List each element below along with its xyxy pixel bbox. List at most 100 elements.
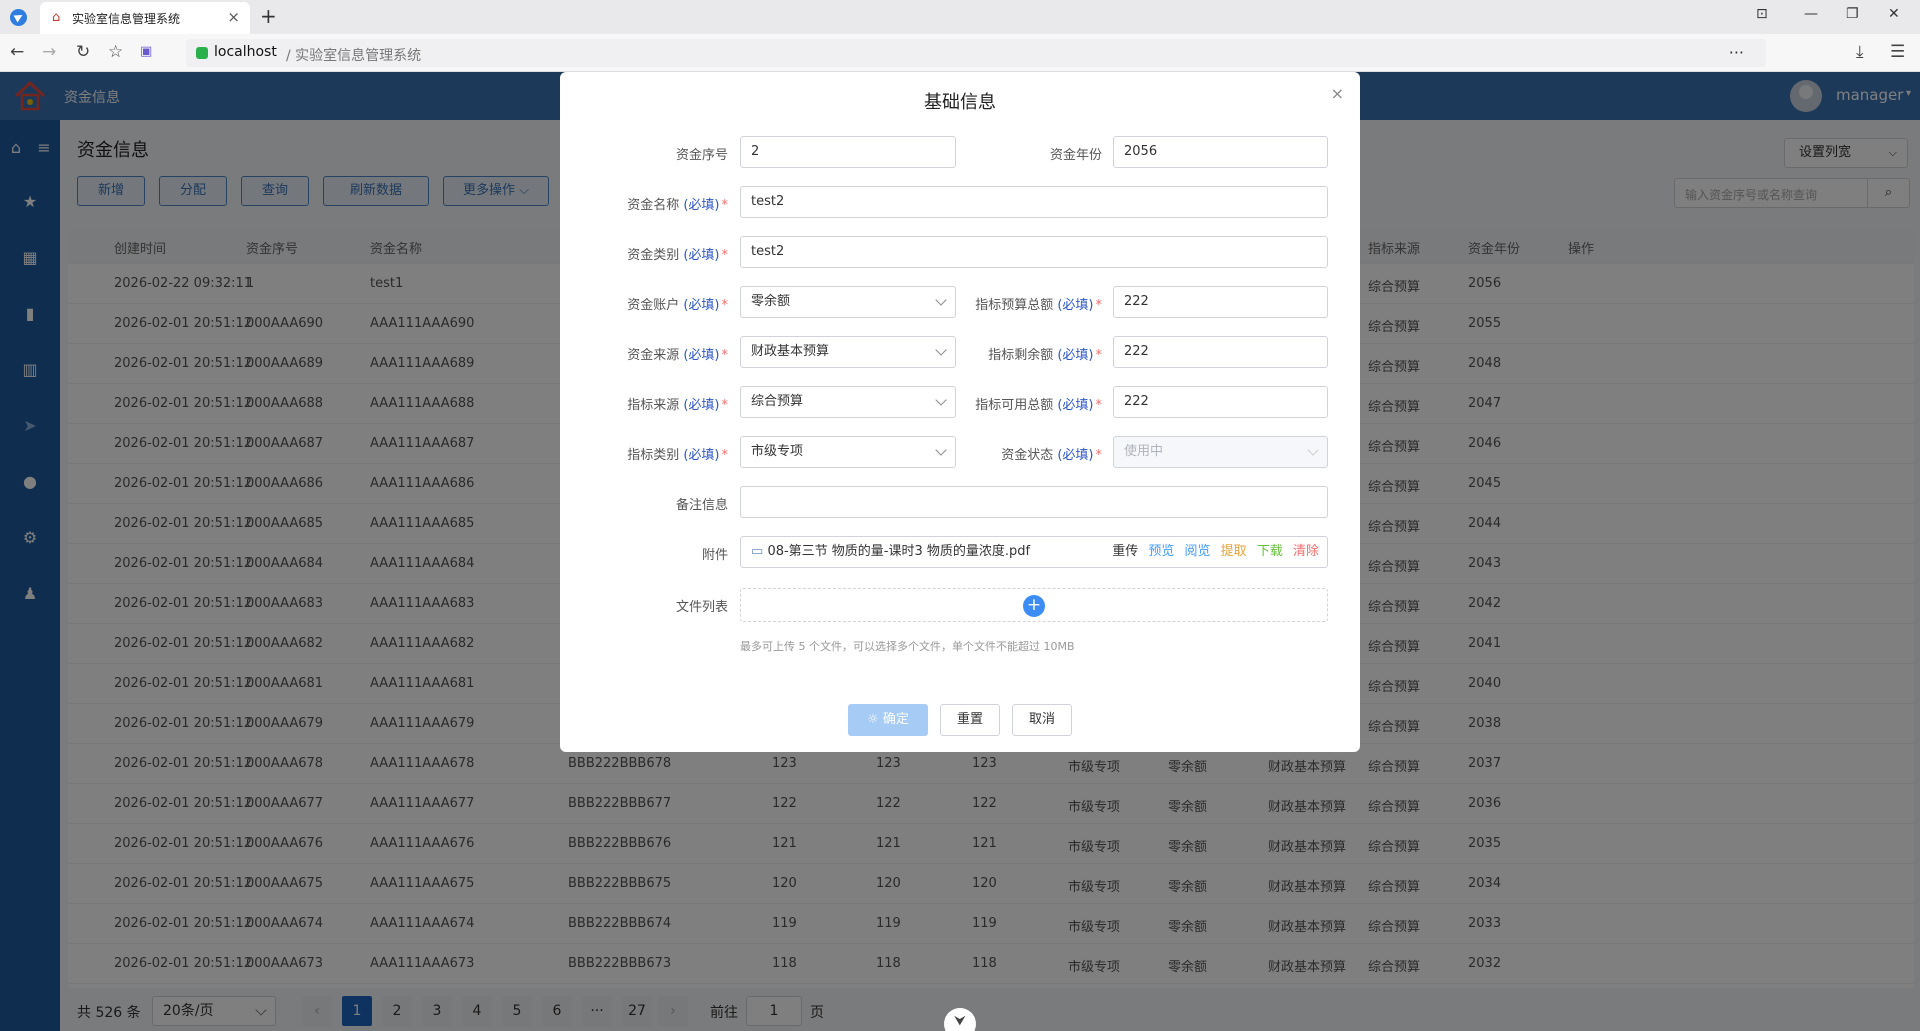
source-value: 财政基本预算 bbox=[751, 344, 830, 359]
required-star: * bbox=[1095, 348, 1103, 363]
ai-icon[interactable]: ▣ bbox=[140, 44, 152, 59]
attachment-file[interactable]: ▭ 08-第三节 物质的量-课时3 物质的量浓度.pdf bbox=[751, 537, 1030, 567]
bookmark-bar-icon[interactable]: ⊡ bbox=[1756, 6, 1768, 22]
tab-title: 实验室信息管理系统 bbox=[72, 12, 181, 26]
required-tag: (必填) bbox=[683, 398, 720, 413]
source-label: 资金来源 (必填) * bbox=[627, 344, 728, 363]
tab-close-icon[interactable]: × bbox=[227, 8, 240, 26]
secure-icon bbox=[196, 47, 208, 59]
available-field[interactable]: 222 bbox=[1113, 386, 1328, 418]
source-label-text: 资金来源 bbox=[627, 348, 680, 363]
download-icon[interactable]: ⤓ bbox=[1856, 42, 1864, 62]
reupload-link[interactable]: 重传 bbox=[1112, 544, 1138, 559]
url-host: localhost bbox=[214, 44, 277, 60]
more-icon[interactable]: ··· bbox=[1729, 43, 1744, 62]
favorite-icon[interactable]: ☆ bbox=[108, 42, 123, 62]
file-upload-area[interactable]: + bbox=[740, 588, 1328, 622]
attachment-file-name: 08-第三节 物质的量-课时3 物质的量浓度.pdf bbox=[767, 544, 1031, 559]
name-label-text: 资金名称 bbox=[627, 198, 680, 213]
seq-label: 资金序号 bbox=[675, 148, 728, 163]
chevron-down-icon bbox=[935, 444, 947, 456]
required-tag: (必填) bbox=[1057, 398, 1094, 413]
chevron-down-icon bbox=[935, 344, 947, 356]
chevron-down-icon: ⮟ bbox=[954, 1013, 966, 1029]
chevron-down-icon bbox=[935, 294, 947, 306]
required-tag: (必填) bbox=[683, 448, 720, 463]
required-star: * bbox=[1095, 298, 1103, 313]
budget-total-label-text: 指标预算总额 bbox=[975, 298, 1054, 313]
index-source-label: 指标来源 (必填) * bbox=[627, 394, 728, 413]
category-label: 资金类别 (必填) * bbox=[627, 244, 728, 263]
remark-field[interactable] bbox=[740, 486, 1328, 518]
account-value: 零余额 bbox=[751, 294, 791, 309]
url-field[interactable]: localhost / 实验室信息管理系统 ··· bbox=[186, 39, 1766, 67]
name-field[interactable]: test2 bbox=[740, 186, 1328, 218]
index-type-value: 市级专项 bbox=[751, 444, 804, 459]
required-tag: (必填) bbox=[1057, 348, 1094, 363]
required-star: * bbox=[1095, 398, 1103, 413]
seq-field[interactable]: 2 bbox=[740, 136, 956, 168]
remaining-field[interactable]: 222 bbox=[1113, 336, 1328, 368]
required-star: * bbox=[721, 398, 729, 413]
new-tab-button[interactable]: + bbox=[260, 4, 277, 28]
index-source-select[interactable]: 综合预算 bbox=[740, 386, 956, 418]
remark-label: 备注信息 bbox=[675, 498, 728, 513]
required-tag: (必填) bbox=[1057, 298, 1094, 313]
forward-icon[interactable]: → bbox=[42, 42, 56, 62]
index-type-label-text: 指标类别 bbox=[627, 448, 680, 463]
dialog-title: 基础信息 bbox=[924, 92, 996, 113]
account-label-text: 资金账户 bbox=[627, 298, 680, 313]
required-star: * bbox=[721, 198, 729, 213]
read-link[interactable]: 阅览 bbox=[1185, 544, 1211, 559]
attachment-actions: 重传 预览 阅览 提取 下载 清除 bbox=[1106, 537, 1319, 567]
attachment-field: ▭ 08-第三节 物质的量-课时3 物质的量浓度.pdf 重传 预览 阅览 提取… bbox=[740, 536, 1328, 568]
required-star: * bbox=[721, 348, 729, 363]
clear-link[interactable]: 清除 bbox=[1293, 544, 1319, 559]
year-field[interactable]: 2056 bbox=[1113, 136, 1328, 168]
browser-menu-icon[interactable]: ☰ bbox=[1890, 42, 1905, 62]
file-icon: ▭ bbox=[751, 544, 764, 559]
download-link[interactable]: 下载 bbox=[1257, 544, 1283, 559]
minimize-icon[interactable]: — bbox=[1804, 6, 1818, 22]
restore-icon[interactable]: ❐ bbox=[1846, 6, 1859, 22]
category-label-text: 资金类别 bbox=[627, 248, 680, 263]
url-path: / 实验室信息管理系统 bbox=[286, 48, 422, 64]
back-icon[interactable]: ← bbox=[10, 42, 24, 62]
chevron-down-icon bbox=[935, 394, 947, 406]
close-window-icon[interactable]: ✕ bbox=[1888, 6, 1900, 22]
budget-total-label: 指标预算总额 (必填) * bbox=[975, 294, 1102, 313]
browser-tab[interactable]: ⌂ 实验室信息管理系统 × bbox=[40, 2, 250, 34]
index-source-label-text: 指标来源 bbox=[627, 398, 680, 413]
required-tag: (必填) bbox=[683, 298, 720, 313]
fund-info-dialog: 基础信息 × 资金序号 2 资金年份 2056 资金名称 (必填) * test2… bbox=[560, 72, 1360, 752]
required-star: * bbox=[721, 448, 729, 463]
upload-hint: 最多可上传 5 个文件，可以选择多个文件，单个文件不能超过 10MB bbox=[740, 640, 1075, 653]
source-select[interactable]: 财政基本预算 bbox=[740, 336, 956, 368]
required-star: * bbox=[1095, 448, 1103, 463]
category-field[interactable]: test2 bbox=[740, 236, 1328, 268]
confirm-button[interactable]: ☼ 确定 bbox=[848, 704, 928, 736]
status-label: 资金状态 (必填) * bbox=[1001, 444, 1102, 463]
required-tag: (必填) bbox=[1057, 448, 1094, 463]
reload-icon[interactable]: ↻ bbox=[76, 42, 90, 62]
remaining-label-text: 指标剩余额 bbox=[988, 348, 1054, 363]
account-label: 资金账户 (必填) * bbox=[627, 294, 728, 313]
close-icon[interactable]: × bbox=[1331, 84, 1344, 103]
add-file-icon[interactable]: + bbox=[1023, 595, 1045, 617]
address-bar: ← → ↻ ☆ ▣ localhost / 实验室信息管理系统 ··· ⤓ ☰ bbox=[0, 34, 1920, 72]
attachment-label: 附件 bbox=[701, 548, 728, 563]
index-type-label: 指标类别 (必填) * bbox=[627, 444, 728, 463]
index-source-value: 综合预算 bbox=[751, 394, 804, 409]
account-select[interactable]: 零余额 bbox=[740, 286, 956, 318]
preview-link[interactable]: 预览 bbox=[1148, 544, 1174, 559]
required-tag: (必填) bbox=[683, 348, 720, 363]
cancel-button[interactable]: 取消 bbox=[1012, 704, 1072, 736]
browser-logo-icon[interactable] bbox=[10, 9, 27, 26]
required-star: * bbox=[721, 248, 729, 263]
reset-button[interactable]: 重置 bbox=[940, 704, 1000, 736]
extract-link[interactable]: 提取 bbox=[1221, 544, 1247, 559]
name-label: 资金名称 (必填) * bbox=[627, 194, 728, 213]
budget-total-field[interactable]: 222 bbox=[1113, 286, 1328, 318]
index-type-select[interactable]: 市级专项 bbox=[740, 436, 956, 468]
chevron-down-icon bbox=[1307, 444, 1319, 456]
